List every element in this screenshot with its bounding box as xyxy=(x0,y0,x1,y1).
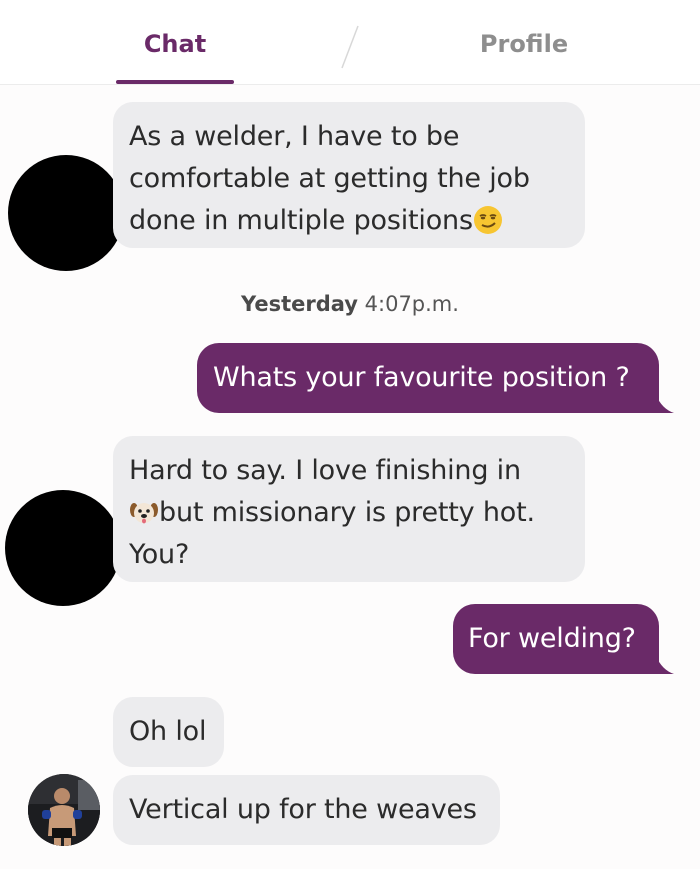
sent-message: Whats your favourite position ? xyxy=(197,343,659,413)
message-text: Whats your favourite position ? xyxy=(213,362,630,393)
received-message: Vertical up for the weaves xyxy=(113,775,500,845)
avatar[interactable] xyxy=(8,155,124,271)
avatar[interactable] xyxy=(5,490,121,606)
tab-profile[interactable]: Profile xyxy=(464,30,584,58)
bubble-tail xyxy=(656,656,674,674)
timestamp-time: 4:07p.m. xyxy=(364,292,459,316)
message-text: For welding? xyxy=(468,623,636,654)
active-tab-indicator xyxy=(116,80,234,84)
dog-face-emoji-icon xyxy=(130,503,158,524)
received-message: Oh lol xyxy=(113,697,224,767)
message-line: but missionary is pretty hot. xyxy=(129,492,585,534)
timestamp-day: Yesterday xyxy=(241,292,358,316)
sent-message: For welding? xyxy=(453,604,659,674)
message-line: You? xyxy=(129,539,190,570)
avatar[interactable] xyxy=(28,774,100,846)
tab-chat[interactable]: Chat xyxy=(116,30,234,58)
tab-divider xyxy=(341,25,359,69)
message-timestamp: Yesterday 4:07p.m. xyxy=(0,292,700,316)
message-line: Hard to say. I love finishing in xyxy=(129,455,521,486)
message-line: comfortable at getting the job xyxy=(129,163,530,194)
smirking-face-emoji-icon xyxy=(473,206,502,234)
bubble-tail xyxy=(656,395,674,413)
chat-header: Chat Profile xyxy=(0,0,700,85)
received-message: As a welder, I have to be comfortable at… xyxy=(113,102,585,248)
message-line: As a welder, I have to be xyxy=(129,121,460,152)
avatar-photo-icon xyxy=(28,774,100,846)
message-text: done in multiple positions xyxy=(129,205,473,236)
message-text: but missionary is pretty hot. xyxy=(159,497,535,528)
message-text: Vertical up for the weaves xyxy=(129,794,477,825)
message-line: done in multiple positions xyxy=(129,200,585,242)
received-message: Hard to say. I love finishing in but mis… xyxy=(113,436,585,582)
message-text: Oh lol xyxy=(129,716,207,747)
